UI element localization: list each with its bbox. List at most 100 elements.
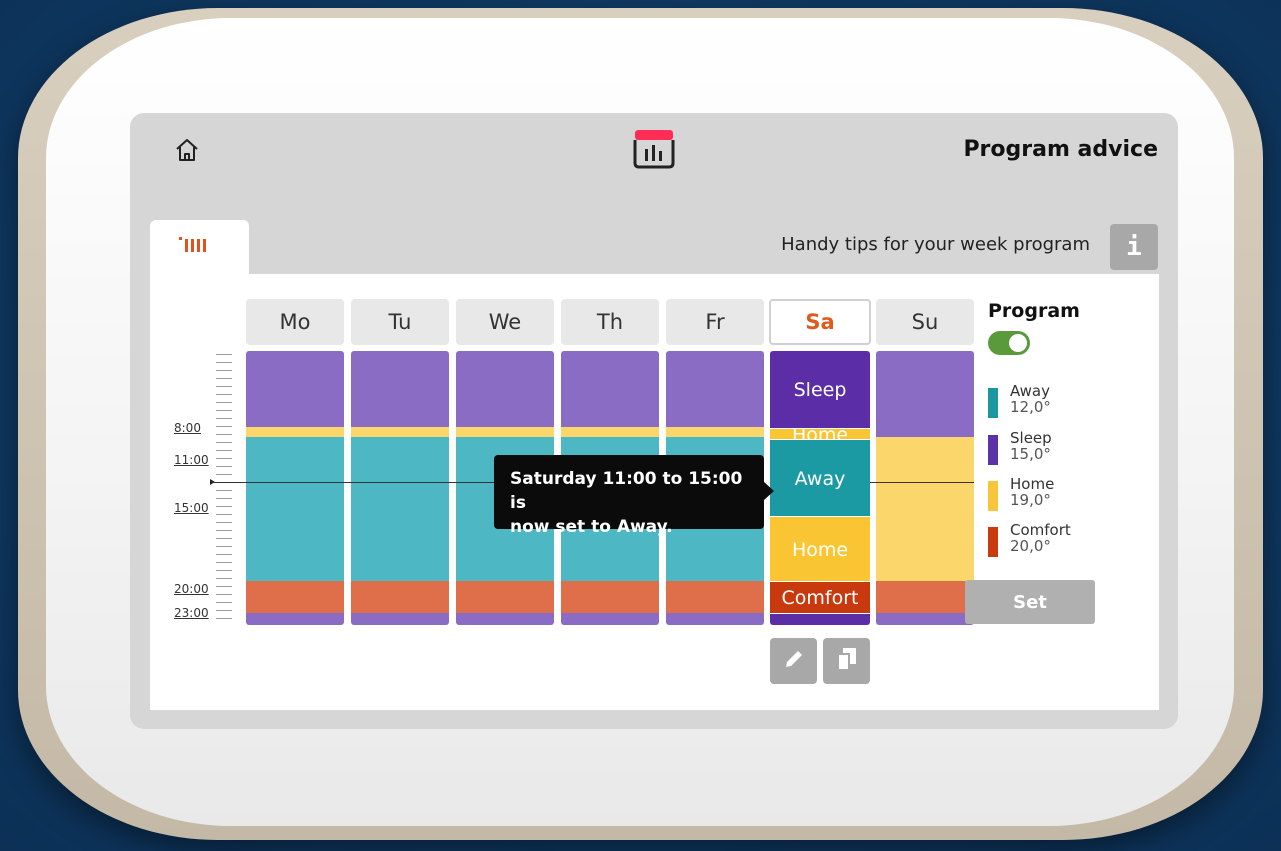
day-header-mo[interactable]: Mo (246, 299, 344, 345)
time-tick (216, 522, 232, 523)
tab-radiator[interactable] (150, 220, 249, 274)
time-tick (216, 610, 232, 611)
time-tick (216, 434, 232, 435)
segment-comfort[interactable]: Comfort (770, 581, 870, 614)
day-header-fr[interactable]: Fr (666, 299, 764, 345)
segment-sleep[interactable] (246, 351, 344, 427)
time-tick (216, 378, 232, 379)
segment-sleep[interactable] (456, 351, 554, 427)
segment-comfort[interactable] (456, 581, 554, 613)
day-column-su[interactable] (876, 351, 974, 625)
time-tick (216, 386, 232, 387)
segment-home[interactable] (351, 427, 449, 437)
segment-sleep[interactable]: Sleep (770, 351, 870, 428)
legend-swatch (988, 388, 998, 418)
tooltip-line: now set to Away. (510, 517, 673, 537)
segment-home[interactable]: Home (770, 516, 870, 582)
page-title: Program advice (963, 137, 1158, 162)
segment-home[interactable] (456, 427, 554, 437)
time-tick (216, 546, 232, 547)
advice-tooltip: Saturday 11:00 to 15:00 is now set to Aw… (494, 455, 774, 537)
segment-home[interactable] (246, 427, 344, 437)
toggle-knob (1009, 334, 1027, 352)
day-header-tu[interactable]: Tu (351, 299, 449, 345)
copy-icon (835, 646, 859, 676)
segment-comfort[interactable] (876, 581, 974, 613)
time-tick (216, 586, 232, 587)
legend-swatch (988, 527, 998, 557)
time-tick (216, 410, 232, 411)
segment-sleep[interactable] (351, 613, 449, 625)
time-tick (216, 450, 232, 451)
tips-text: Handy tips for your week program (781, 234, 1090, 255)
segment-away[interactable] (351, 437, 449, 581)
time-tick (216, 458, 232, 459)
screen: Program advice Handy tips for your week … (130, 113, 1178, 729)
time-tick (216, 362, 232, 363)
radiator-icon (177, 236, 221, 258)
edit-button[interactable] (770, 638, 817, 684)
segment-sleep[interactable] (561, 351, 659, 427)
segment-sleep[interactable] (561, 613, 659, 625)
segment-away[interactable]: Away (770, 439, 870, 517)
time-tick (216, 530, 232, 531)
day-header-th[interactable]: Th (561, 299, 659, 345)
day-column-mo[interactable] (246, 351, 344, 625)
legend-swatch (988, 435, 998, 465)
day-header-sa[interactable]: Sa (769, 299, 871, 345)
segment-sleep[interactable] (351, 351, 449, 427)
time-tick (216, 578, 232, 579)
segment-sleep[interactable] (876, 613, 974, 625)
segment-sleep[interactable] (456, 613, 554, 625)
segment-home[interactable] (666, 427, 764, 437)
time-label: 20:00 (174, 582, 209, 596)
time-label: 11:00 (174, 453, 209, 467)
program-toggle[interactable] (988, 331, 1030, 355)
segment-comfort[interactable] (561, 581, 659, 613)
segment-sleep[interactable] (246, 613, 344, 625)
time-tick (216, 426, 232, 427)
set-button[interactable]: Set (965, 580, 1095, 624)
time-tick (216, 618, 232, 619)
info-button[interactable]: i (1110, 224, 1158, 270)
day-column-tu[interactable] (351, 351, 449, 625)
time-tick (216, 514, 232, 515)
day-header-su[interactable]: Su (876, 299, 974, 345)
legend-swatch (988, 481, 998, 511)
time-tick (216, 562, 232, 563)
calendar-program-icon[interactable] (632, 127, 676, 171)
segment-sleep[interactable] (666, 613, 764, 625)
home-icon[interactable] (172, 135, 202, 165)
time-indicator-line (870, 482, 974, 483)
segment-sleep[interactable] (770, 613, 870, 625)
copy-button[interactable] (823, 638, 870, 684)
time-tick (216, 538, 232, 539)
time-tick (216, 402, 232, 403)
segment-sleep[interactable] (876, 351, 974, 437)
legend-temp: 19,0° (1010, 491, 1051, 509)
time-label: 15:00 (174, 501, 209, 515)
segment-home[interactable] (561, 427, 659, 437)
legend-temp: 12,0° (1010, 398, 1051, 416)
time-tick (216, 466, 232, 467)
time-tick (216, 474, 232, 475)
week-program-panel: 8:00 11:00 15:00 20:00 23:00 Mo Tu We Th… (150, 274, 1159, 710)
pencil-icon (782, 647, 806, 675)
time-indicator-line (212, 482, 494, 483)
time-tick (216, 506, 232, 507)
segment-sleep[interactable] (666, 351, 764, 427)
segment-comfort[interactable] (351, 581, 449, 613)
day-column-sa[interactable]: Sleep Home Away Home Comfort (770, 351, 870, 625)
day-header-we[interactable]: We (456, 299, 554, 345)
time-tick (216, 370, 232, 371)
time-tick (216, 490, 232, 491)
legend-temp: 20,0° (1010, 537, 1051, 555)
time-tick (216, 554, 232, 555)
segment-home[interactable] (876, 437, 974, 581)
segment-comfort[interactable] (666, 581, 764, 613)
time-tick (216, 570, 232, 571)
segment-away[interactable] (246, 437, 344, 581)
time-tick (216, 498, 232, 499)
segment-comfort[interactable] (246, 581, 344, 613)
time-tick (216, 602, 232, 603)
